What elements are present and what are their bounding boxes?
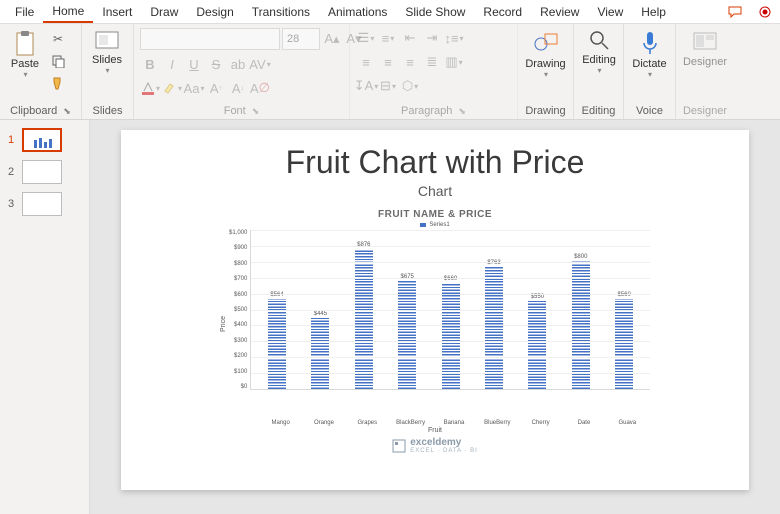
drawing-icon <box>533 30 559 56</box>
thumbnail-1[interactable]: 1 <box>0 126 89 158</box>
shrink-font-icon[interactable]: A↓ <box>228 78 248 98</box>
slide: Fruit Chart with Price Chart FRUIT NAME … <box>121 130 749 490</box>
thumbnail-2[interactable]: 2 <box>0 158 89 190</box>
dictate-button[interactable]: Dictate▾ <box>630 28 669 81</box>
indent-inc-icon[interactable]: ⇥ <box>422 28 442 48</box>
chart-legend: Series1 <box>420 222 449 228</box>
bar-grapes <box>355 249 373 389</box>
increase-font-icon[interactable]: A▴ <box>322 29 342 49</box>
tab-insert[interactable]: Insert <box>93 2 141 22</box>
bar-orange <box>311 318 329 389</box>
tab-home[interactable]: Home <box>43 1 93 23</box>
mic-icon <box>641 30 659 56</box>
tab-help[interactable]: Help <box>632 2 675 22</box>
comments-icon[interactable] <box>724 3 746 21</box>
bar-guava <box>615 299 633 389</box>
record-icon[interactable] <box>754 3 776 21</box>
text-direction-icon[interactable]: ↧A▾ <box>356 76 376 96</box>
cut-icon[interactable]: ✂ <box>48 30 68 48</box>
columns-icon[interactable]: ▥▾ <box>444 52 464 72</box>
format-painter-icon[interactable] <box>48 74 68 92</box>
paste-button[interactable]: Paste▾ <box>6 28 44 81</box>
font-family-combo[interactable] <box>140 28 280 50</box>
thumbnail-3[interactable]: 3 <box>0 190 89 222</box>
x-axis: MangoOrangeGrapesBlackBerryBananaBlueBer… <box>259 420 649 426</box>
strike-icon[interactable]: S <box>206 54 226 74</box>
spacing-icon[interactable]: AV▾ <box>250 54 270 74</box>
font-launcher-icon[interactable]: ⬊ <box>252 106 260 117</box>
y-axis-label: Price <box>220 316 227 332</box>
slide-title: Fruit Chart with Price <box>286 144 585 181</box>
bullets-icon[interactable]: ☰▾ <box>356 28 376 48</box>
smartart-icon[interactable]: ⬡▾ <box>400 76 420 96</box>
tab-animations[interactable]: Animations <box>319 2 396 22</box>
font-color-icon[interactable]: ▾ <box>140 78 160 98</box>
chart-area: Price $1,000$900$800$700$600$500$400$300… <box>220 230 650 418</box>
align-center-icon[interactable]: ≡ <box>378 52 398 72</box>
y-axis: $1,000$900$800$700$600$500$400$300$200$1… <box>229 230 250 390</box>
group-clipboard-label: Clipboard <box>10 105 57 117</box>
tab-view[interactable]: View <box>588 2 632 22</box>
logo-icon <box>392 439 406 453</box>
tab-file[interactable]: File <box>6 2 43 22</box>
indent-dec-icon[interactable]: ⇤ <box>400 28 420 48</box>
paragraph-launcher-icon[interactable]: ⬊ <box>458 106 466 117</box>
numbering-icon[interactable]: ≡▾ <box>378 28 398 48</box>
change-case-icon[interactable]: Aa▾ <box>184 78 204 98</box>
tab-review[interactable]: Review <box>531 2 588 22</box>
search-icon <box>589 30 609 52</box>
shadow-icon[interactable]: ab <box>228 54 248 74</box>
plot-area: $564$445$876$675$660$763$550$800$560 <box>250 230 650 390</box>
tab-record[interactable]: Record <box>474 2 531 22</box>
drawing-button[interactable]: Drawing▾ <box>524 28 567 81</box>
copy-icon[interactable] <box>48 52 68 70</box>
clipboard-icon <box>14 30 36 56</box>
x-axis-label: Fruit <box>428 427 442 434</box>
menu-bar: File Home Insert Draw Design Transitions… <box>0 0 780 24</box>
font-size-combo[interactable] <box>282 28 320 50</box>
line-spacing-icon[interactable]: ↕≡▾ <box>444 28 464 48</box>
slides-icon <box>94 30 120 52</box>
bar-cherry <box>528 301 546 389</box>
align-right-icon[interactable]: ≡ <box>400 52 420 72</box>
legend-swatch-icon <box>420 223 426 227</box>
slide-subtitle: Chart <box>418 183 452 199</box>
bold-icon[interactable]: B <box>140 54 160 74</box>
underline-icon[interactable]: U <box>184 54 204 74</box>
grow-font-icon[interactable]: A↑ <box>206 78 226 98</box>
designer-button[interactable]: Designer <box>682 28 728 70</box>
align-left-icon[interactable]: ≡ <box>356 52 376 72</box>
slides-button[interactable]: Slides▾ <box>88 28 126 77</box>
bar-blueberry <box>485 267 503 389</box>
group-designer-label: Designer <box>682 104 728 118</box>
tab-slideshow[interactable]: Slide Show <box>396 2 474 22</box>
tab-draw[interactable]: Draw <box>141 2 187 22</box>
ribbon: Paste▾ ✂ Clipboard⬊ Slides▾ Slides A▴ A <box>0 24 780 120</box>
highlight-icon[interactable]: ▾ <box>162 78 182 98</box>
italic-icon[interactable]: I <box>162 54 182 74</box>
clipboard-launcher-icon[interactable]: ⬊ <box>63 106 71 117</box>
editor-area: 1 2 3 Fruit Chart with Price Chart FRUIT… <box>0 120 780 514</box>
tab-design[interactable]: Design <box>187 2 242 22</box>
bar-mango <box>268 299 286 389</box>
tab-transitions[interactable]: Transitions <box>243 2 319 22</box>
group-drawing-label: Drawing <box>524 104 567 118</box>
group-font-label: Font <box>224 105 246 117</box>
align-text-icon[interactable]: ⊟▾ <box>378 76 398 96</box>
group-slides-label: Slides <box>88 104 127 118</box>
group-editing-label: Editing <box>580 104 617 118</box>
chart-title: FRUIT NAME & PRICE <box>378 209 492 220</box>
slide-canvas[interactable]: Fruit Chart with Price Chart FRUIT NAME … <box>90 120 780 514</box>
thumbnail-panel: 1 2 3 <box>0 120 90 514</box>
watermark: exceldemy EXCEL · DATA · BI <box>392 438 478 454</box>
editing-button[interactable]: Editing▾ <box>580 28 618 77</box>
justify-icon[interactable]: ≣ <box>422 52 442 72</box>
group-voice-label: Voice <box>630 104 669 118</box>
designer-icon <box>692 30 718 54</box>
clear-format-icon[interactable]: A∅ <box>250 78 270 98</box>
group-paragraph-label: Paragraph <box>401 105 452 117</box>
